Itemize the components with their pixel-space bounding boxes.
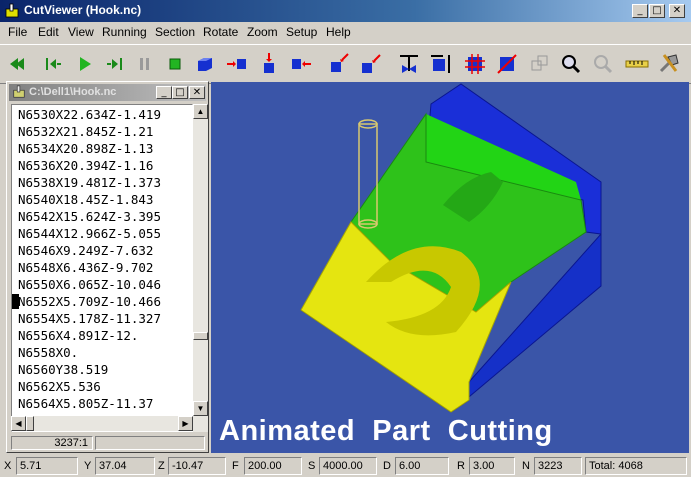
code-line[interactable]: N6536X20.394Z-1.16 (18, 158, 153, 173)
y-value: 37.04 (95, 457, 155, 475)
s-label: S (308, 460, 316, 472)
code-close-button[interactable]: ✕ (189, 86, 205, 99)
view-cube-icon[interactable] (192, 51, 218, 77)
x-label: X (4, 460, 12, 472)
f-label: F (232, 460, 239, 472)
app-icon (13, 85, 25, 98)
tool-path-icon[interactable] (396, 51, 422, 77)
pause-icon[interactable] (132, 51, 158, 77)
code-maximize-button[interactable]: □ (172, 86, 188, 99)
z-value: -10.47 (168, 457, 226, 475)
toolbar (0, 44, 691, 84)
menu-help[interactable]: Help (326, 25, 351, 39)
nc-code-listing[interactable]: N6530X22.634Z-1.419 N6532X21.845Z-1.21 N65… (11, 104, 193, 432)
title-bar: CutViewer (Hook.nc) _ □ ✕ (0, 0, 691, 22)
y-label: Y (84, 460, 92, 472)
r-value: 3.00 (469, 457, 515, 475)
menu-running[interactable]: Running (102, 25, 147, 39)
code-line[interactable]: N6534X20.898Z-1.13 (18, 141, 153, 156)
x-value: 5.71 (16, 457, 78, 475)
code-line[interactable]: N6530X22.634Z-1.419 (18, 107, 161, 122)
view-left-icon[interactable] (288, 51, 314, 77)
n-value: 3223 (534, 457, 582, 475)
code-line[interactable]: N6554X5.178Z-11.327 (18, 311, 161, 326)
code-line[interactable]: N6542X15.624Z-3.395 (18, 209, 161, 224)
code-status-empty (95, 436, 205, 450)
view-iso-icon[interactable] (326, 51, 352, 77)
step-end-icon[interactable] (102, 51, 128, 77)
section-icon[interactable] (462, 51, 488, 77)
scroll-up-button[interactable]: ▲ (193, 104, 208, 119)
view-iso2-icon[interactable] (358, 51, 384, 77)
hscroll-thumb[interactable] (26, 416, 34, 431)
code-window-title: C:\Dell1\Hook.nc (29, 86, 117, 98)
zoom-icon[interactable] (558, 51, 584, 77)
tools-icon[interactable] (656, 51, 682, 77)
menu-file[interactable]: File (8, 25, 27, 39)
app-icon (5, 3, 19, 18)
code-line[interactable]: N6538X19.481Z-1.373 (18, 175, 161, 190)
rewind-icon[interactable] (2, 51, 28, 77)
ruler-icon[interactable] (624, 51, 650, 77)
fit-icon[interactable] (428, 51, 454, 77)
menu-rotate[interactable]: Rotate (203, 25, 238, 39)
horizontal-scrollbar[interactable]: ◀ ▶ (11, 416, 193, 431)
menu-zoom[interactable]: Zoom (247, 25, 278, 39)
scroll-left-button[interactable]: ◀ (11, 416, 26, 431)
maximize-button[interactable]: □ (649, 4, 665, 18)
code-line[interactable]: N6550X6.065Z-10.046 (18, 277, 161, 292)
3d-viewport[interactable]: Animated Part Cutting (211, 82, 689, 453)
status-bar: X 5.71 Y 37.04 Z -10.47 F 200.00 S 4000.… (0, 455, 691, 477)
code-line[interactable]: N6544X12.966Z-5.055 (18, 226, 161, 241)
scroll-thumb[interactable] (193, 332, 208, 340)
menu-edit[interactable]: Edit (38, 25, 59, 39)
part-render (300, 83, 602, 413)
window-title: CutViewer (Hook.nc) (24, 3, 142, 17)
view-top-icon[interactable] (256, 51, 282, 77)
stop-icon[interactable] (162, 51, 188, 77)
n-label: N (522, 460, 530, 472)
code-line[interactable]: N6562X5.536 (18, 379, 101, 394)
code-line[interactable]: N6556X4.891Z-12. (18, 328, 138, 343)
r-label: R (457, 460, 465, 472)
view-right-icon[interactable] (224, 51, 250, 77)
code-line-current[interactable]: N6552X5.709Z-10.466 (12, 294, 161, 309)
scroll-down-button[interactable]: ▼ (193, 401, 208, 416)
total-count: Total: 4068 (585, 457, 687, 475)
f-value: 200.00 (244, 457, 302, 475)
s-value: 4000.00 (319, 457, 377, 475)
scroll-right-button[interactable]: ▶ (178, 416, 193, 431)
d-label: D (383, 460, 391, 472)
minimize-button[interactable]: _ (632, 4, 648, 18)
code-window-title-bar: C:\Dell1\Hook.nc _ □ ✕ (9, 84, 206, 101)
z-label: Z (158, 460, 165, 472)
play-icon[interactable] (72, 51, 98, 77)
menu-bar: File Edit View Running Section Rotate Zo… (0, 22, 691, 42)
line-position: 3237:1 (11, 436, 93, 450)
menu-view[interactable]: View (68, 25, 94, 39)
code-line[interactable]: N6532X21.845Z-1.21 (18, 124, 153, 139)
section2-icon[interactable] (494, 51, 520, 77)
code-minimize-button[interactable]: _ (156, 86, 172, 99)
zoom-out-icon[interactable] (526, 51, 552, 77)
menu-section[interactable]: Section (155, 25, 195, 39)
menu-setup[interactable]: Setup (286, 25, 317, 39)
code-line[interactable]: N6560Y38.519 (18, 362, 108, 377)
vertical-scrollbar[interactable]: ▲ ▼ (193, 104, 208, 432)
viewport-caption: Animated Part Cutting (219, 415, 553, 447)
step-start-icon[interactable] (40, 51, 66, 77)
code-line[interactable]: N6558X0. (18, 345, 78, 360)
code-status-bar: 3237:1 (11, 436, 206, 450)
close-button[interactable]: ✕ (669, 4, 685, 18)
d-value: 6.00 (395, 457, 449, 475)
code-line[interactable]: N6546X9.249Z-7.632 (18, 243, 153, 258)
zoom-off-icon[interactable] (590, 51, 616, 77)
code-line[interactable]: N6540X18.45Z-1.843 (18, 192, 153, 207)
code-window: C:\Dell1\Hook.nc _ □ ✕ N6530X22.634Z-1.4… (6, 81, 209, 453)
code-line[interactable]: N6564X5.805Z-11.37 (18, 396, 153, 411)
cutviewer-window: CutViewer (Hook.nc) _ □ ✕ File Edit View… (0, 0, 691, 477)
code-line[interactable]: N6548X6.436Z-9.702 (18, 260, 153, 275)
